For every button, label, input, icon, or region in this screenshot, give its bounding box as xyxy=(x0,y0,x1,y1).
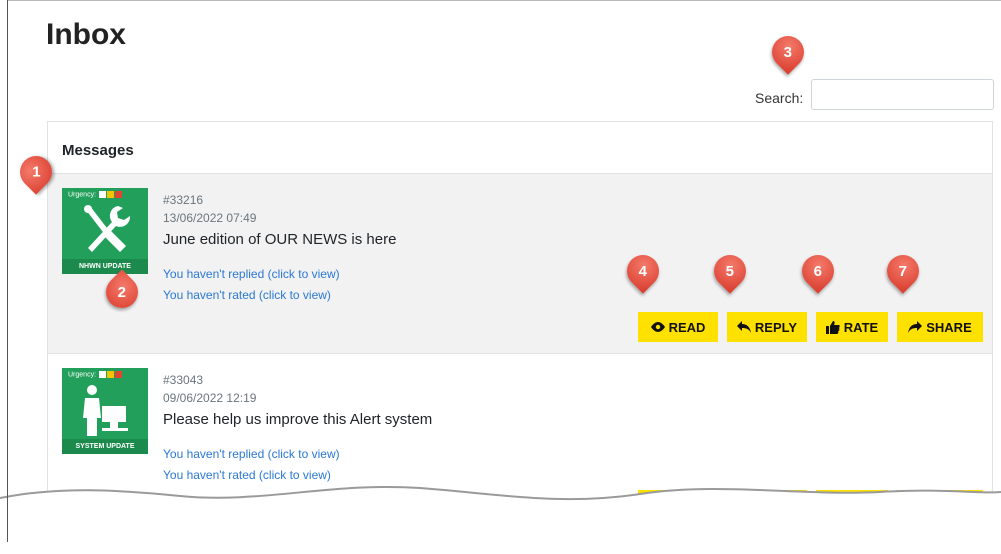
message-thumbnail[interactable]: Urgency: NHWN UPDATE xyxy=(62,188,148,274)
callout-marker-3: 3 xyxy=(765,29,811,75)
computer-user-icon xyxy=(83,385,128,436)
message-id: #33043 xyxy=(163,373,204,387)
thumbnail-caption: NHWN UPDATE xyxy=(62,259,148,274)
share-button[interactable]: SHARE xyxy=(897,312,983,342)
reply-button-label: REPLY xyxy=(754,319,798,335)
read-button[interactable]: READ xyxy=(638,312,718,342)
message-title[interactable]: Please help us improve this Alert system xyxy=(163,411,432,428)
rate-status-link[interactable]: You haven't rated (click to view) xyxy=(163,288,331,302)
search-label: Search: xyxy=(755,90,804,106)
callout-number: 4 xyxy=(638,262,648,280)
reply-icon xyxy=(736,321,751,333)
search-input[interactable] xyxy=(811,79,994,110)
frame-left-border-overlay xyxy=(7,0,8,542)
urgency-label: Urgency: xyxy=(68,191,97,199)
urgency-indicator: Urgency: xyxy=(68,191,122,198)
message-title[interactable]: June edition of OUR NEWS is here xyxy=(163,231,396,248)
share-button-label: SHARE xyxy=(926,319,972,335)
callout-number: 5 xyxy=(725,262,735,280)
callout-number: 1 xyxy=(31,163,41,181)
message-date: 09/06/2022 12:19 xyxy=(163,391,257,405)
rate-button-label: RATE xyxy=(843,319,879,335)
share-icon xyxy=(908,321,923,333)
callout-number: 7 xyxy=(898,262,908,280)
urgency-label: Urgency: xyxy=(68,371,97,379)
eye-icon xyxy=(650,322,665,332)
message-thumbnail[interactable]: Urgency: SYSTEM UPDATE xyxy=(62,368,148,454)
urgency-indicator: Urgency: xyxy=(68,371,122,378)
messages-card-header: Messages xyxy=(48,122,992,174)
rate-button[interactable]: RATE xyxy=(816,312,888,342)
callout-number: 6 xyxy=(813,262,823,280)
read-button-label: READ xyxy=(668,319,706,335)
reply-status-link[interactable]: You haven't replied (click to view) xyxy=(163,447,340,461)
message-id: #33216 xyxy=(163,193,204,207)
reply-button[interactable]: REPLY xyxy=(727,312,807,342)
thumbs-up-icon xyxy=(825,320,840,334)
frame-top-border xyxy=(7,0,1001,1)
callout-number: 2 xyxy=(117,283,127,301)
message-date: 13/06/2022 07:49 xyxy=(163,211,257,225)
tools-icon xyxy=(84,205,130,252)
torn-edge xyxy=(0,485,1001,542)
message-row: Urgency: NHWN UPDATE #33216 13/06/2022 0… xyxy=(48,174,992,354)
page-title: Inbox xyxy=(46,18,126,51)
thumbnail-caption: SYSTEM UPDATE xyxy=(62,439,148,454)
reply-status-link[interactable]: You haven't replied (click to view) xyxy=(163,267,340,281)
callout-number: 3 xyxy=(783,43,793,61)
